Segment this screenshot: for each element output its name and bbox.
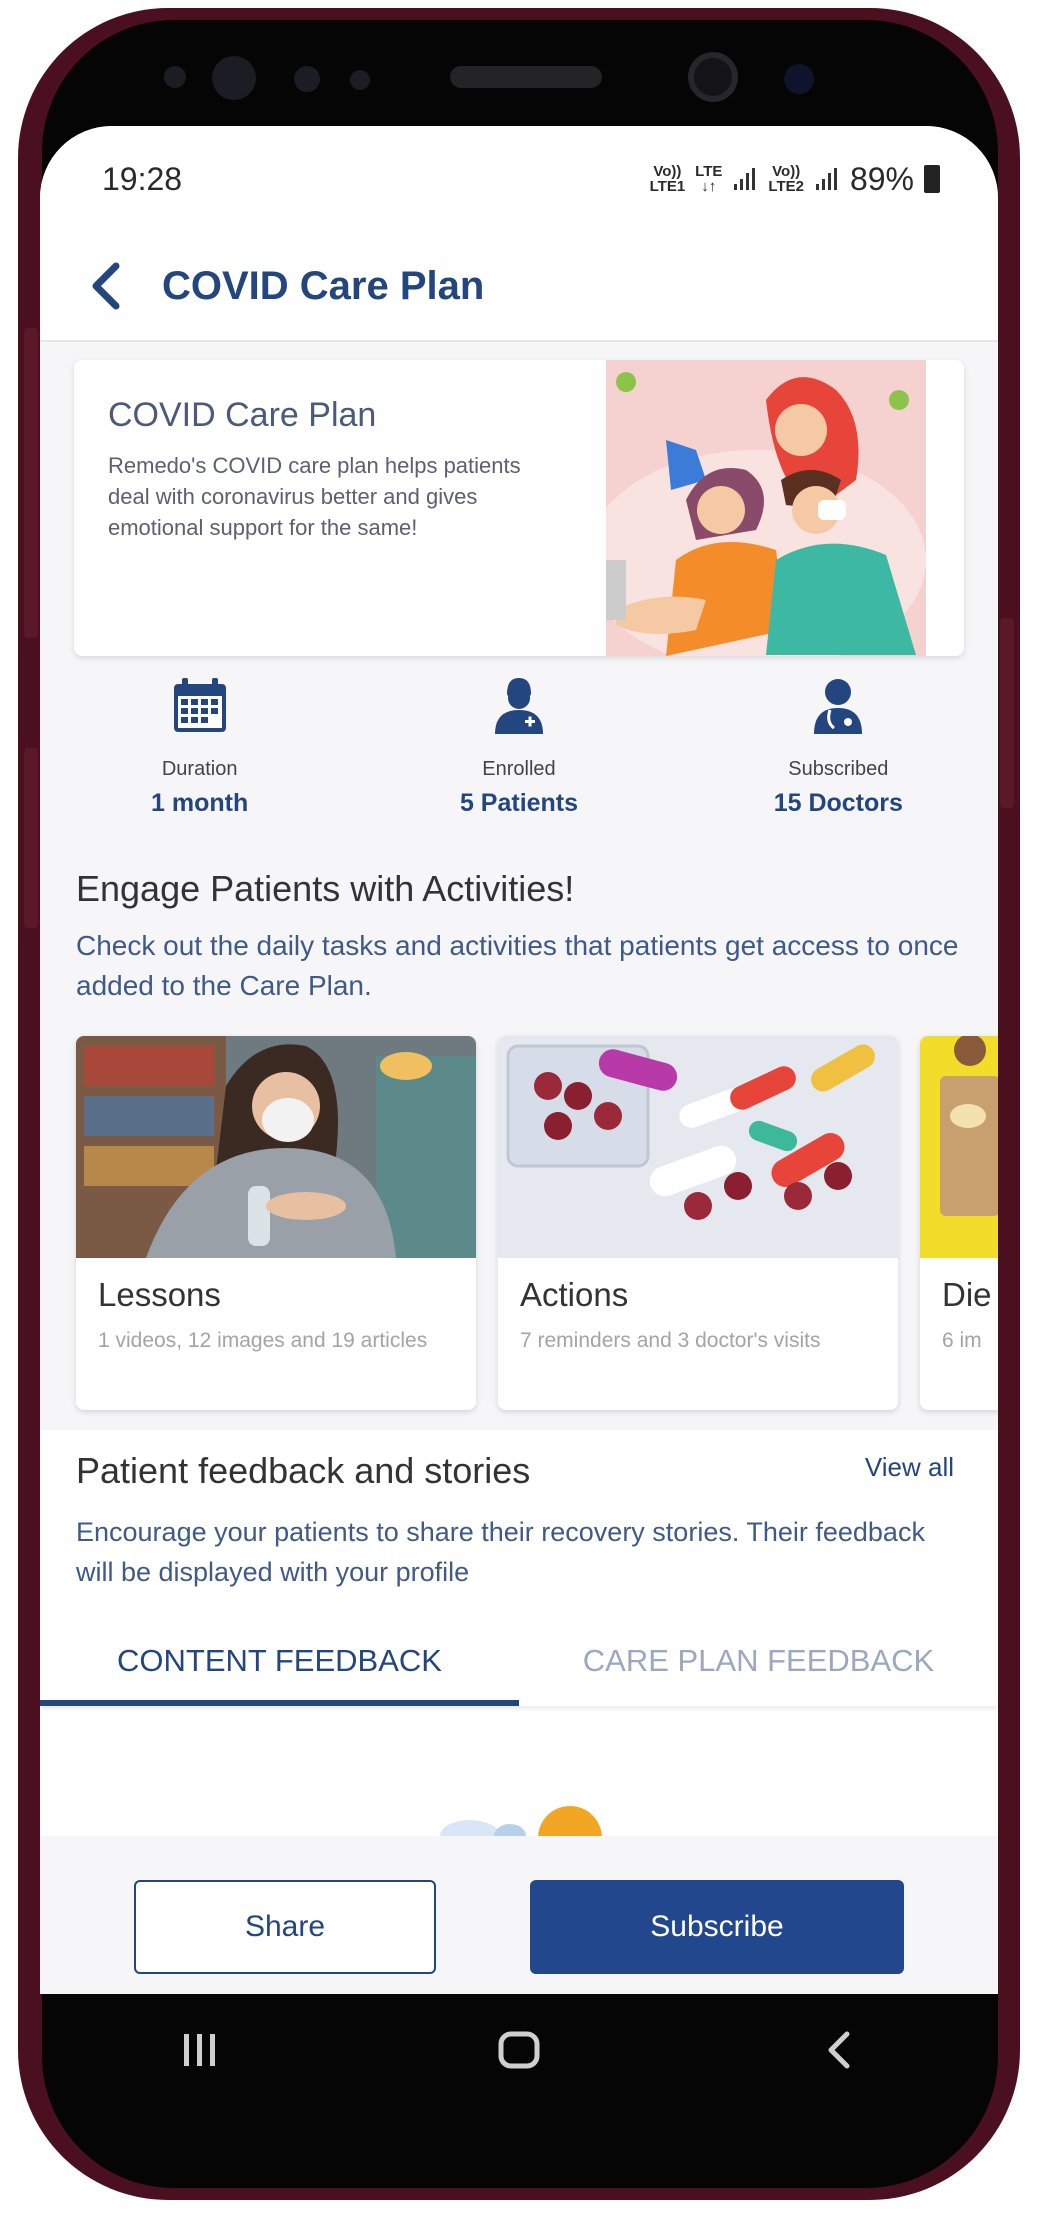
stat-label: Duration [161,758,238,780]
signal-icon [815,168,837,190]
view-all-link[interactable]: View all [865,1452,954,1483]
earpiece-speaker [450,66,602,88]
activity-title: Lessons [98,1276,221,1313]
back-nav-button[interactable] [798,2010,878,2090]
subscribe-button[interactable]: Subscribe [530,1880,904,1974]
patient-icon [494,678,543,734]
tab-care-plan-feedback[interactable]: CARE PLAN FEEDBACK [519,1616,998,1706]
bottom-actions: Share Subscribe [40,1836,998,1994]
sensor-dot [212,56,256,100]
empty-state-illustration [440,1806,602,1836]
stat-subscribed: Subscribed 15 Doctors [679,676,998,826]
sensor-dot [164,66,186,88]
volte-sim2-icon: Vo)) LTE2 [768,164,804,194]
page-title: COVID Care Plan [162,263,485,308]
sensor-dot [294,66,320,92]
sim2-bottom-label: LTE2 [768,178,804,195]
home-icon [498,2031,540,2069]
feedback-tabs: CONTENT FEEDBACK CARE PLAN FEEDBACK [40,1616,998,1706]
recents-icon [183,2034,215,2066]
app-bar: COVID Care Plan [40,232,998,342]
covid-illustration [606,360,926,656]
doctor-icon [814,679,863,734]
activity-card-lessons[interactable]: Lessons 1 videos, 12 images and 19 artic… [76,1036,476,1410]
volume-button [24,328,38,638]
activity-title: Actions [520,1276,629,1313]
diet-photo [920,1036,998,1258]
activity-title: Die [942,1276,992,1313]
chevron-left-icon [92,262,120,310]
activity-card-actions[interactable]: Actions 7 reminders and 3 doctor's visit… [498,1036,898,1410]
care-plan-title: COVID Care Plan [108,396,377,434]
android-nav-bar [40,1994,998,2106]
share-button[interactable]: Share [134,1880,436,1974]
status-icons: Vo)) LTE1 LTE ↓↑ Vo)) LTE2 89% [650,161,940,198]
power-button [1000,618,1014,808]
battery-percent: 89% [849,160,914,197]
status-bar: 19:28 Vo)) LTE1 LTE ↓↑ Vo)) LTE2 89% [40,126,998,232]
lte-top-label: LTE [695,163,723,180]
stat-value: 15 Doctors [773,789,903,817]
actions-image [498,1036,898,1258]
diet-image [920,1036,998,1258]
sim1-bottom-label: LTE1 [649,178,686,195]
activity-card-diet[interactable]: Die 6 im [920,1036,998,1410]
feedback-title: Patient feedback and stories [76,1450,531,1491]
tab-content-feedback[interactable]: CONTENT FEEDBACK [40,1616,519,1706]
recents-button[interactable] [160,2010,240,2090]
back-icon [828,2031,850,2069]
stat-value: 1 month [151,789,249,817]
stat-enrolled: Enrolled 5 Patients [359,676,678,826]
back-button[interactable] [90,254,134,318]
stat-label: Subscribed [788,758,889,780]
lte-icon: LTE ↓↑ [695,164,722,194]
activities-title: Engage Patients with Activities! [76,868,575,909]
activity-subtitle: 1 videos, 12 images and 19 articles [98,1329,428,1352]
activity-subtitle: 7 reminders and 3 doctor's visits [520,1329,821,1352]
stat-label: Enrolled [482,758,556,780]
signal-icon [734,168,756,190]
front-camera [688,52,738,102]
care-plan-stats: Duration 1 month Enrolled 5 Patients Sub… [40,676,998,826]
calendar-icon [173,678,226,732]
sim2-top-label: Vo)) [772,163,801,180]
home-button[interactable] [479,2010,559,2090]
feedback-description: Encourage your patients to share their r… [76,1517,925,1587]
stat-duration: Duration 1 month [40,676,359,826]
care-plan-card: COVID Care Plan Remedo's COVID care plan… [74,360,964,656]
iris-sensor [784,64,814,94]
volte-sim1-icon: Vo)) LTE1 [650,164,686,194]
activities-description: Check out the daily tasks and activities… [76,930,959,1001]
sensor-dot [350,70,370,90]
lessons-photo [76,1036,476,1258]
lte-bottom-label: ↓↑ [701,178,717,195]
activity-subtitle: 6 im [942,1329,982,1352]
care-plan-description: Remedo's COVID care plan helps patients … [108,453,521,540]
sim1-top-label: Vo)) [653,163,682,180]
actions-photo [498,1036,898,1258]
bixby-button [24,748,38,928]
stat-value: 5 Patients [459,789,579,817]
app-screen: 19:28 Vo)) LTE1 LTE ↓↑ Vo)) LTE2 89% COV… [40,126,998,1994]
status-time: 19:28 [102,160,183,197]
lessons-image [76,1036,476,1258]
battery-icon [924,165,940,193]
